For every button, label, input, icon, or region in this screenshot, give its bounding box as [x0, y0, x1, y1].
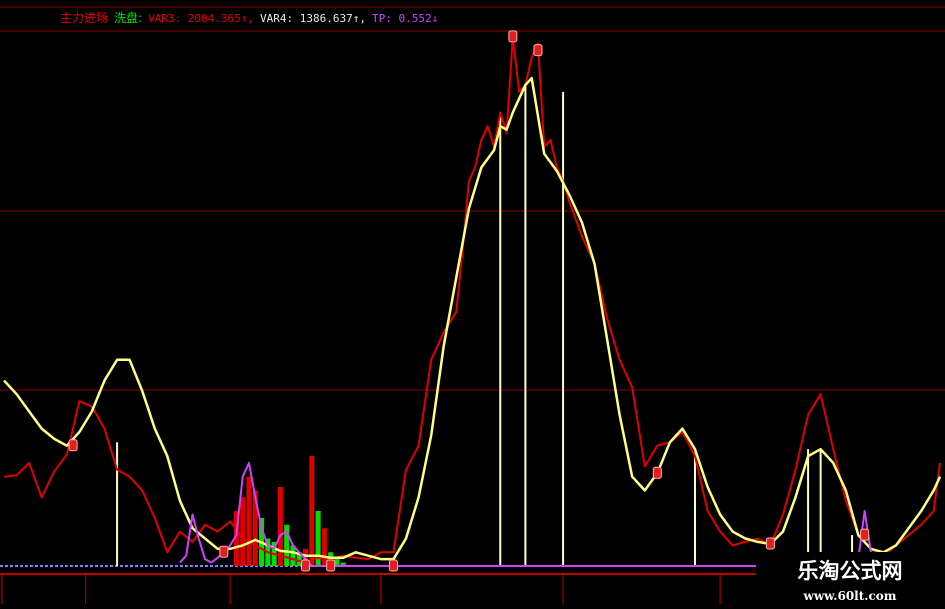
- watermark: 乐淘公式网 www.60lt.com: [756, 552, 945, 609]
- chart-background: [0, 0, 945, 609]
- wash-bar-1: [240, 497, 246, 566]
- header-item-0: 主力进场: [60, 11, 108, 25]
- wash-bar-14: [321, 528, 327, 566]
- signal-marker-9: [860, 528, 870, 541]
- wash-bar-2: [246, 476, 252, 566]
- indicator-chart: 主力进场 洗盘: VAR3: 2004.365↑, VAR4: 1386.637↑, T…: [0, 0, 945, 609]
- header-item-4: TP: 0.552↓: [372, 12, 438, 25]
- watermark-url: www.60lt.com: [803, 589, 897, 603]
- wash-bar-16: [334, 559, 340, 566]
- wash-bar-7: [277, 486, 283, 566]
- header-item-3: VAR4: 1386.637↑,: [260, 12, 366, 25]
- signal-marker-8: [765, 537, 775, 550]
- indicator-header: 主力进场 洗盘: VAR3: 2004.365↑, VAR4: 1386.637↑, T…: [60, 10, 438, 25]
- signal-marker-2: [301, 559, 311, 572]
- wash-bar-12: [309, 456, 315, 566]
- signal-marker-3: [326, 559, 336, 572]
- watermark-title: 乐淘公式网: [798, 559, 903, 583]
- header-item-1: 洗盘:: [114, 10, 142, 25]
- signal-marker-5: [508, 30, 518, 43]
- signal-marker-1: [219, 545, 229, 558]
- signal-marker-7: [652, 466, 662, 479]
- signal-marker-0: [68, 439, 78, 452]
- header-item-2: VAR3: 2004.365↑,: [148, 12, 254, 25]
- signal-marker-4: [388, 559, 398, 572]
- signal-marker-6: [533, 44, 543, 57]
